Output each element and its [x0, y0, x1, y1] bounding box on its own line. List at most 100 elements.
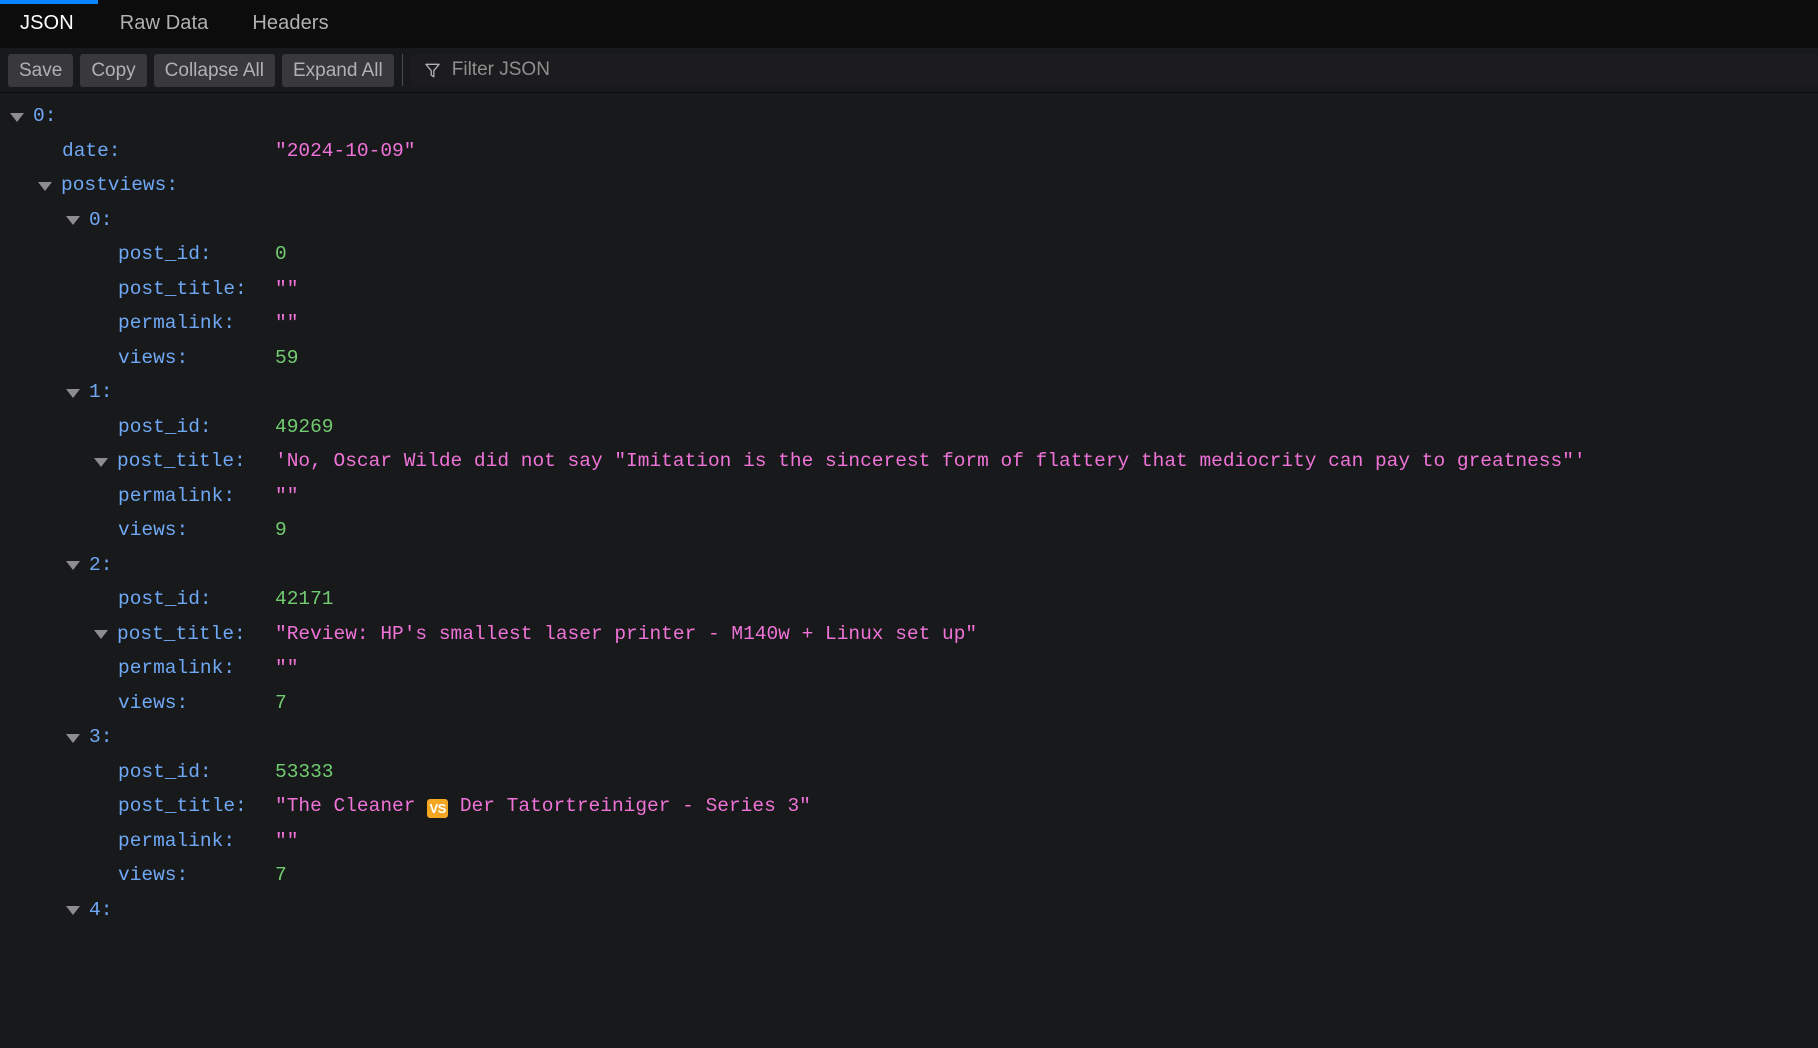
- json-key: permalink:: [118, 829, 236, 852]
- chevron-down-icon[interactable]: [10, 112, 24, 122]
- tab-json[interactable]: JSON: [0, 0, 98, 47]
- json-key: post_title:: [117, 622, 246, 645]
- json-key: 4:: [89, 898, 113, 921]
- json-key: permalink:: [118, 657, 236, 679]
- toolbar-separator: [401, 54, 403, 86]
- json-row-label: post_title:: [0, 789, 247, 824]
- json-row[interactable]: permalink: "": [0, 651, 1818, 686]
- chevron-down-icon[interactable]: [66, 906, 80, 916]
- tab-headers[interactable]: Headers: [230, 0, 350, 47]
- json-row-label: views:: [0, 858, 188, 893]
- json-row[interactable]: post_title: "Review: HP's smallest laser …: [0, 617, 1818, 652]
- json-value: 53333: [275, 760, 334, 783]
- json-row[interactable]: views: 7: [0, 686, 1818, 721]
- json-row-label: views:: [0, 686, 188, 721]
- json-key: post_title:: [117, 450, 246, 472]
- json-key: post_id:: [118, 588, 212, 610]
- json-row[interactable]: post_title: 'No, Oscar Wilde did not say …: [0, 444, 1818, 479]
- json-row[interactable]: postviews:: [0, 168, 1818, 203]
- json-key: 3:: [89, 726, 113, 748]
- json-key: views:: [118, 519, 189, 541]
- tab-json-label: JSON: [20, 12, 74, 34]
- json-value: "2024-10-09": [275, 139, 416, 162]
- json-row-label: date:: [0, 134, 121, 169]
- tab-raw-data[interactable]: Raw Data: [98, 0, 231, 47]
- json-value: 42171: [275, 588, 334, 610]
- json-row-label: post_id:: [0, 410, 212, 445]
- json-key: post_title:: [118, 795, 247, 817]
- json-key: post_id:: [118, 415, 212, 438]
- json-key: permalink:: [118, 312, 236, 334]
- json-value: "": [275, 484, 299, 507]
- json-key: permalink:: [118, 484, 236, 507]
- json-row[interactable]: post_title: "": [0, 272, 1818, 307]
- filter-json-input[interactable]: [451, 59, 1818, 81]
- json-row-label: post_id:: [0, 755, 212, 790]
- json-value: "Review: HP's smallest laser printer - M…: [275, 622, 978, 645]
- json-row[interactable]: permalink: "": [0, 479, 1818, 514]
- json-tree-viewer[interactable]: 0: date: "2024-10-09" postviews: 0: post_id: 0…: [0, 93, 1818, 1048]
- json-key: views:: [118, 691, 189, 714]
- json-row[interactable]: permalink: "": [0, 824, 1818, 859]
- chevron-down-icon[interactable]: [94, 457, 108, 467]
- json-key: post_title:: [118, 277, 247, 300]
- chevron-down-icon[interactable]: [66, 733, 80, 743]
- json-key: 1:: [89, 381, 113, 403]
- json-row[interactable]: date: "2024-10-09": [0, 134, 1818, 169]
- json-row-label: 0:: [0, 203, 112, 238]
- json-value: "": [275, 277, 299, 300]
- save-button[interactable]: Save: [8, 53, 74, 87]
- json-value: 'No, Oscar Wilde did not say "Imitation …: [275, 450, 1586, 472]
- json-key: post_id:: [118, 760, 212, 783]
- json-row-label: post_id:: [0, 582, 212, 617]
- json-row[interactable]: post_id: 49269: [0, 410, 1818, 445]
- json-row-label: permalink:: [0, 824, 235, 859]
- json-toolbar: Save Copy Collapse All Expand All: [0, 48, 1818, 93]
- json-value: 49269: [275, 415, 334, 438]
- expand-all-button[interactable]: Expand All: [281, 53, 394, 87]
- json-row-label: post_title:: [0, 617, 246, 652]
- filter-json-field[interactable]: [410, 53, 1818, 87]
- json-row-label: 0:: [0, 99, 56, 134]
- chevron-down-icon[interactable]: [66, 216, 80, 226]
- json-row[interactable]: post_id: 42171: [0, 582, 1818, 617]
- json-row[interactable]: 0:: [0, 99, 1818, 134]
- json-key: postviews:: [61, 174, 179, 196]
- json-key: post_id:: [118, 243, 212, 265]
- json-value: "": [275, 312, 299, 334]
- json-row[interactable]: 3:: [0, 720, 1818, 755]
- json-row[interactable]: 2:: [0, 548, 1818, 583]
- json-row[interactable]: post_id: 0: [0, 237, 1818, 272]
- chevron-down-icon[interactable]: [66, 561, 80, 571]
- funnel-icon: [424, 63, 440, 78]
- json-row-label: permalink:: [0, 306, 235, 341]
- json-row-label: permalink:: [0, 651, 235, 686]
- json-key: 0:: [89, 208, 113, 231]
- json-row-label: 3:: [0, 720, 112, 755]
- json-row[interactable]: 1:: [0, 375, 1818, 410]
- json-row-label: post_id:: [0, 237, 212, 272]
- json-row[interactable]: views: 7: [0, 858, 1818, 893]
- json-row[interactable]: 0:: [0, 203, 1818, 238]
- chevron-down-icon[interactable]: [66, 388, 80, 398]
- json-value: "": [275, 657, 299, 679]
- vs-emoji-icon: VS: [427, 799, 449, 818]
- collapse-all-button[interactable]: Collapse All: [153, 53, 275, 87]
- json-row-label: 1:: [0, 375, 112, 410]
- chevron-down-icon[interactable]: [94, 630, 108, 640]
- json-value: 9: [275, 519, 287, 541]
- copy-button[interactable]: Copy: [80, 53, 147, 87]
- tab-headers-label: Headers: [252, 12, 329, 34]
- json-row[interactable]: 4:: [0, 893, 1818, 928]
- json-row-label: postviews:: [0, 168, 178, 203]
- json-row[interactable]: views: 9: [0, 513, 1818, 548]
- json-row[interactable]: post_title: "The Cleaner VS Der Tatortrei…: [0, 789, 1818, 824]
- json-value: 7: [275, 691, 287, 714]
- json-row[interactable]: permalink: "": [0, 306, 1818, 341]
- json-key: 2:: [89, 553, 113, 576]
- json-key: date:: [62, 139, 121, 162]
- chevron-down-icon[interactable]: [38, 181, 52, 191]
- json-row[interactable]: views: 59: [0, 341, 1818, 376]
- json-row[interactable]: post_id: 53333: [0, 755, 1818, 790]
- json-row-label: 2:: [0, 548, 112, 583]
